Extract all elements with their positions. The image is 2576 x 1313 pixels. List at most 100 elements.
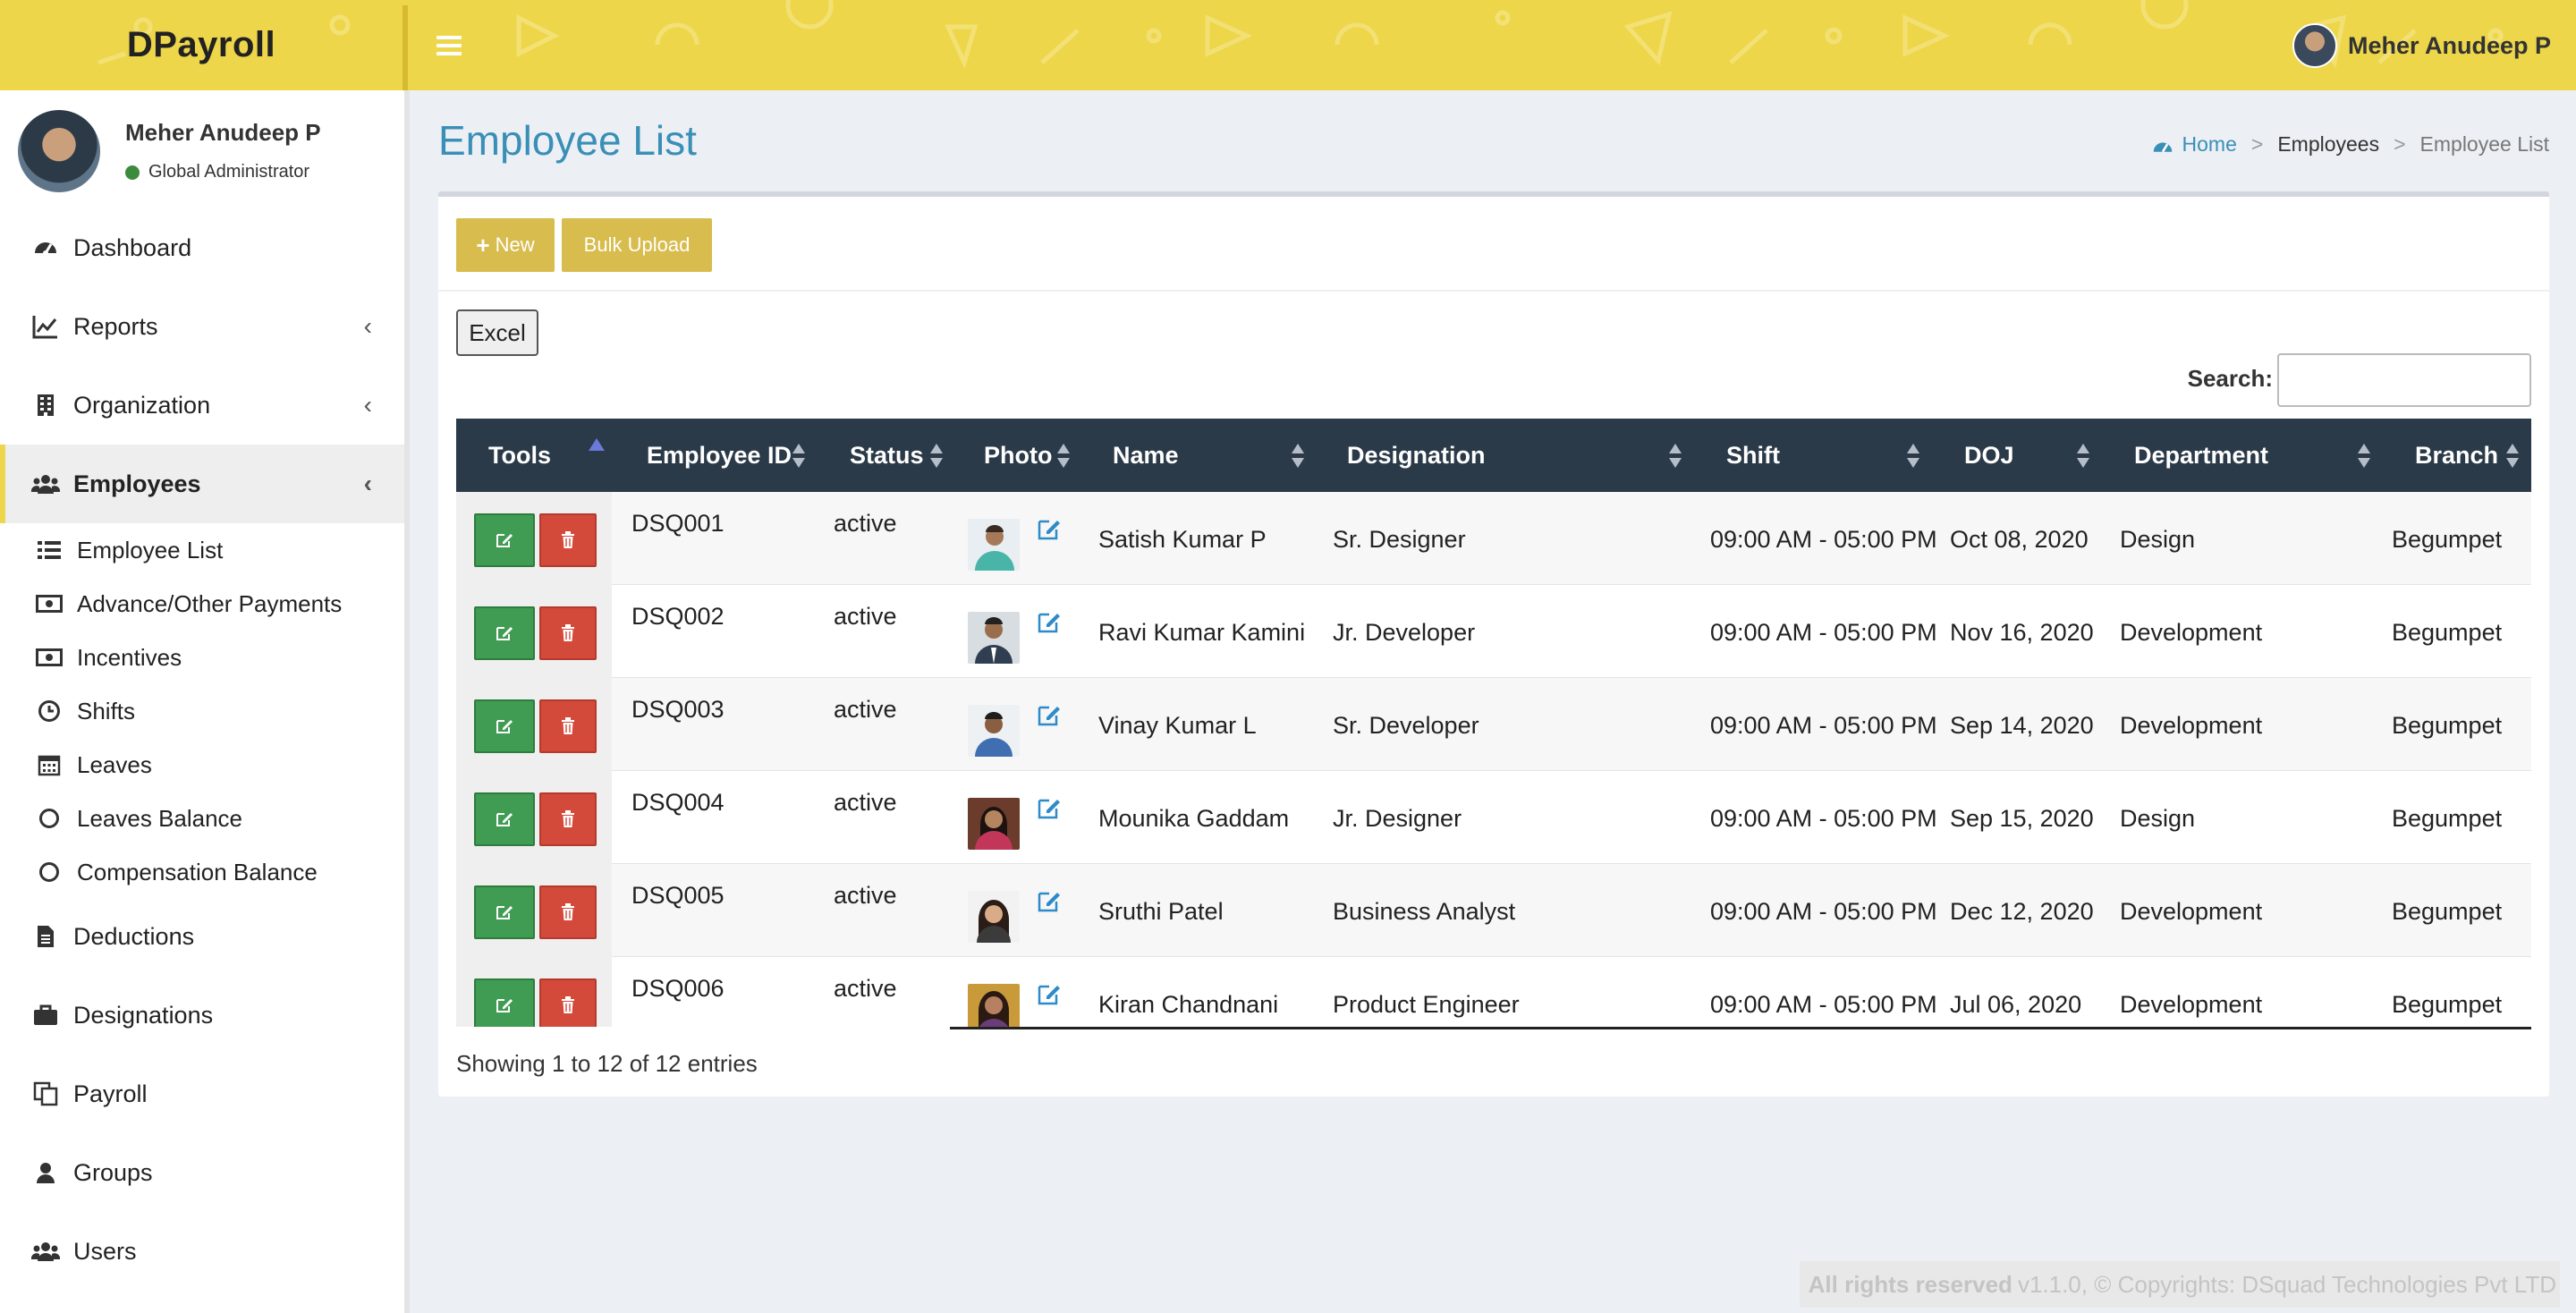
menu-toggle-icon[interactable] <box>434 30 464 61</box>
logo-divider <box>402 5 408 90</box>
column-header-shift[interactable]: Shift <box>1726 419 1780 492</box>
breadcrumb-section[interactable]: Employees <box>2277 132 2379 157</box>
sort-icon[interactable] <box>930 444 943 469</box>
sidebar-item-designations[interactable]: Designations <box>0 976 404 1055</box>
table-row: DSQ002 active Ravi Kumar Kamini Jr. Deve… <box>456 585 2531 678</box>
sort-icon[interactable] <box>792 444 805 469</box>
employee-photo[interactable] <box>968 705 1020 757</box>
column-header-photo[interactable]: Photo <box>984 419 1052 492</box>
sort-icon[interactable] <box>2077 444 2089 469</box>
edit-button[interactable] <box>474 513 535 567</box>
edit-photo-icon[interactable] <box>1036 515 1063 542</box>
sort-asc-icon[interactable] <box>589 438 605 451</box>
avatar <box>18 110 100 192</box>
table-info: Showing 1 to 12 of 12 entries <box>456 1050 758 1077</box>
column-header-department[interactable]: Department <box>2134 419 2268 492</box>
trash-icon <box>562 903 574 920</box>
employee-doj: Nov 16, 2020 <box>1950 619 2094 646</box>
column-label[interactable]: Department <box>2134 442 2268 470</box>
edit-button[interactable] <box>474 606 535 660</box>
column-header-branch[interactable]: Branch <box>2415 419 2498 492</box>
excel-export-button[interactable]: Excel <box>456 309 538 356</box>
edit-photo-icon[interactable] <box>1036 608 1063 635</box>
column-label[interactable]: Shift <box>1726 442 1780 470</box>
sort-icon[interactable] <box>1292 444 1304 469</box>
sort-icon[interactable] <box>1669 444 1682 469</box>
employee-designation: Sr. Developer <box>1333 712 1479 739</box>
user-menu-name[interactable]: Meher Anudeep P <box>2348 32 2551 60</box>
column-label[interactable]: Status <box>850 442 924 470</box>
user-menu[interactable]: Meher Anudeep P <box>2292 23 2551 68</box>
sidebar-item-dashboard[interactable]: Dashboard <box>0 208 404 287</box>
employee-list-box: + New Bulk Upload Excel Search: Tools Em… <box>438 191 2549 1097</box>
column-header-doj[interactable]: DOJ <box>1964 419 2014 492</box>
sort-icon[interactable] <box>2358 444 2370 469</box>
delete-button[interactable] <box>539 792 597 846</box>
delete-button[interactable] <box>539 513 597 567</box>
column-header-tools[interactable]: Tools <box>488 419 551 492</box>
sidebar-subitem-label: Advance/Other Payments <box>77 589 343 617</box>
sidebar-subitem-employee-list[interactable]: Employee List <box>0 523 404 577</box>
edit-photo-icon[interactable] <box>1036 887 1063 914</box>
sidebar-item-deductions[interactable]: Deductions <box>0 897 404 976</box>
employee-branch: Begumpet <box>2392 526 2503 553</box>
sort-icon[interactable] <box>1907 444 1919 469</box>
sidebar-item-users[interactable]: Users <box>0 1212 404 1291</box>
sidebar-item-payroll[interactable]: Payroll <box>0 1055 404 1133</box>
employee-id: DSQ003 <box>631 696 724 723</box>
edit-photo-icon[interactable] <box>1036 701 1063 728</box>
column-header-name[interactable]: Name <box>1113 419 1179 492</box>
employee-photo[interactable] <box>968 612 1020 664</box>
breadcrumb-home-label[interactable]: Home <box>2182 132 2237 157</box>
avatar[interactable] <box>2292 23 2337 68</box>
sidebar-subitem-incentives[interactable]: Incentives <box>0 631 404 684</box>
sidebar-subitem-advance-payments[interactable]: Advance/Other Payments <box>0 577 404 631</box>
sidebar-subitem-compensation-balance[interactable]: Compensation Balance <box>0 845 404 899</box>
employee-photo[interactable] <box>968 798 1020 850</box>
column-header-status[interactable]: Status <box>850 419 924 492</box>
sort-icon[interactable] <box>1057 444 1070 469</box>
circle-icon <box>36 859 63 885</box>
edit-button[interactable] <box>474 792 535 846</box>
new-button[interactable]: + New <box>456 218 555 272</box>
column-label[interactable]: Designation <box>1347 442 1486 470</box>
column-label[interactable]: Branch <box>2415 442 2498 470</box>
sort-icon[interactable] <box>2506 444 2519 469</box>
edit-button[interactable] <box>474 978 535 1027</box>
box-divider <box>438 290 2549 292</box>
edit-button[interactable] <box>474 699 535 753</box>
column-label[interactable]: Tools <box>488 442 551 470</box>
new-button-label[interactable]: New <box>496 233 535 257</box>
sidebar-item-reports[interactable]: Reports ‹ <box>0 287 404 366</box>
search-input[interactable] <box>2277 353 2531 407</box>
sidebar-subitem-leaves-balance[interactable]: Leaves Balance <box>0 792 404 845</box>
column-label[interactable]: Photo <box>984 442 1052 470</box>
column-label[interactable]: Name <box>1113 442 1179 470</box>
delete-button[interactable] <box>539 978 597 1027</box>
sidebar-item-employees[interactable]: Employees ‹ <box>0 445 404 523</box>
sidebar-subitem-leaves[interactable]: Leaves <box>0 738 404 792</box>
money-icon <box>36 644 63 671</box>
edit-photo-icon[interactable] <box>1036 980 1063 1007</box>
employee-photo[interactable] <box>968 519 1020 571</box>
delete-button[interactable] <box>539 699 597 753</box>
delete-button[interactable] <box>539 606 597 660</box>
logo-area[interactable]: DPayroll <box>0 0 402 90</box>
column-label[interactable]: Employee ID <box>647 442 792 470</box>
sidebar-subitem-shifts[interactable]: Shifts <box>0 684 404 738</box>
edit-button[interactable] <box>474 885 535 939</box>
employee-status: active <box>834 789 897 816</box>
column-label[interactable]: DOJ <box>1964 442 2014 470</box>
employee-photo[interactable] <box>968 891 1020 943</box>
sidebar-item-organization[interactable]: Organization ‹ <box>0 366 404 445</box>
edit-photo-icon[interactable] <box>1036 794 1063 821</box>
app-logo[interactable]: DPayroll <box>127 25 275 65</box>
bulk-upload-button[interactable]: Bulk Upload <box>562 218 712 272</box>
sidebar-item-groups[interactable]: Groups <box>0 1133 404 1212</box>
sidebar-item-label: Employees <box>73 470 201 497</box>
employee-photo[interactable] <box>968 984 1020 1027</box>
column-header-employee-id[interactable]: Employee ID <box>647 419 792 492</box>
breadcrumb-home[interactable]: Home <box>2152 132 2237 157</box>
column-header-designation[interactable]: Designation <box>1347 419 1486 492</box>
delete-button[interactable] <box>539 885 597 939</box>
